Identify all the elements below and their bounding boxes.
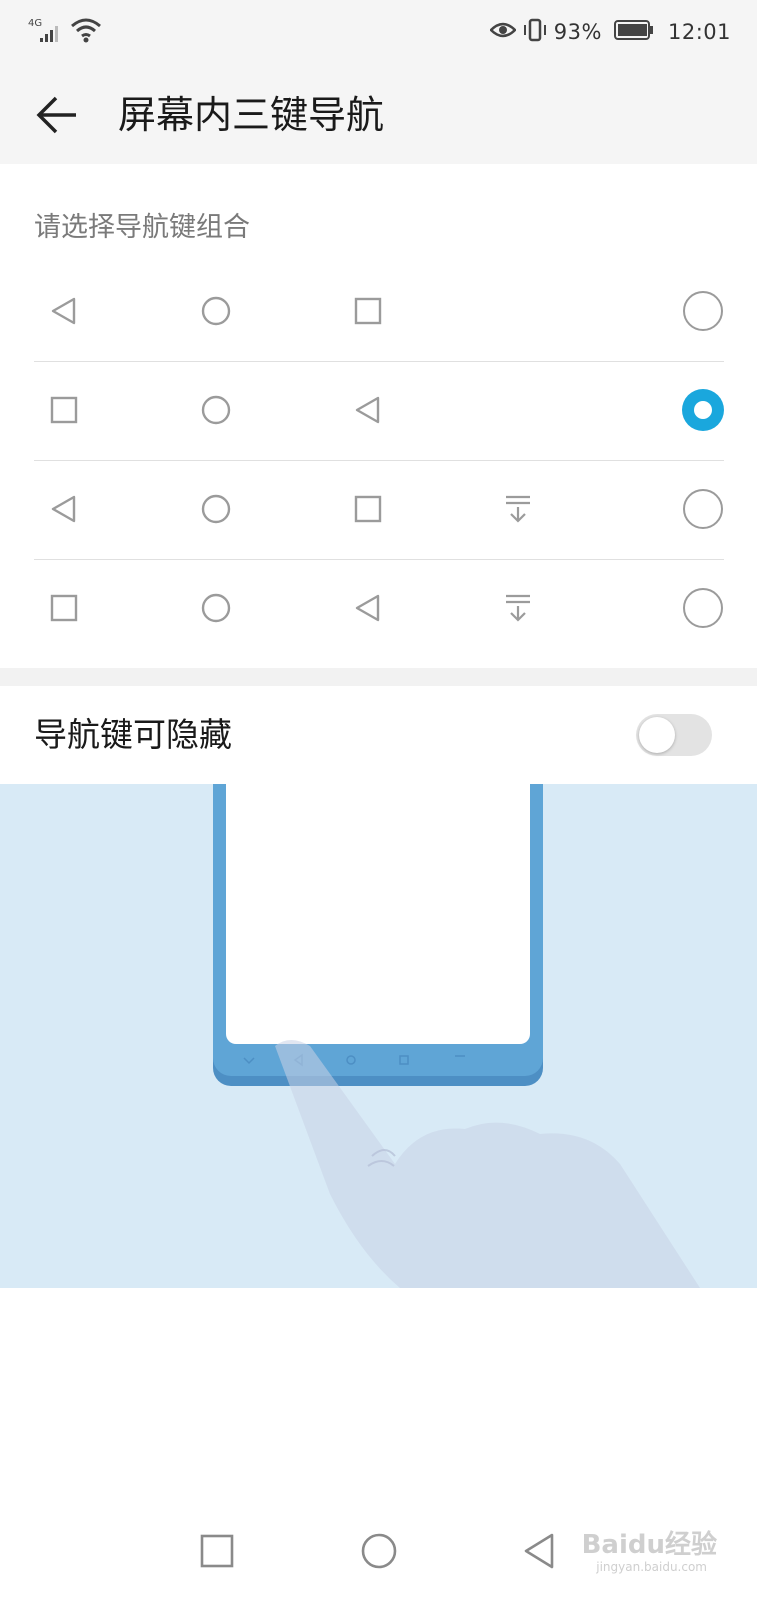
- system-navigation-bar: Baidu经验 jingyan.baidu.com: [0, 1500, 757, 1600]
- back-arrow-button[interactable]: [30, 88, 84, 142]
- clock: 12:01: [667, 20, 731, 44]
- back-icon: [51, 297, 76, 325]
- page-title: 屏幕内三键导航: [118, 93, 385, 137]
- hide-nav-icon: [506, 495, 530, 523]
- home-icon: [201, 494, 231, 524]
- back-button[interactable]: [518, 1530, 560, 1572]
- status-bar: 4G 93% 12:01: [0, 0, 757, 64]
- battery-percent: 93%: [553, 20, 602, 44]
- home-icon: [201, 296, 231, 326]
- back-icon: [355, 396, 380, 424]
- navigation-illustration: [0, 784, 757, 1288]
- nav-option-3[interactable]: [34, 460, 724, 560]
- radio-option-4[interactable]: [682, 587, 724, 629]
- watermark-site: jingyan.baidu.com: [596, 1560, 707, 1574]
- home-icon: [201, 593, 231, 623]
- hide-navigation-switch[interactable]: [636, 714, 712, 756]
- section-title: 请选择导航键组合: [34, 212, 250, 243]
- recent-icon: [50, 396, 78, 424]
- nav-option-2[interactable]: [34, 361, 724, 461]
- wifi-icon: [70, 16, 102, 46]
- section-divider: [0, 668, 757, 686]
- recent-icon: [354, 495, 382, 523]
- app-bar: 屏幕内三键导航: [0, 64, 757, 164]
- home-icon: [201, 395, 231, 425]
- eye-comfort-icon: [489, 17, 517, 44]
- back-icon: [355, 594, 380, 622]
- hide-navigation-row[interactable]: 导航键可隐藏: [0, 686, 757, 784]
- status-right-group: 93% 12:01: [489, 16, 731, 48]
- hide-navigation-label: 导航键可隐藏: [34, 715, 232, 754]
- back-icon: [51, 495, 76, 523]
- nav-option-1[interactable]: [34, 262, 724, 362]
- nav-option-4[interactable]: [34, 559, 724, 658]
- radio-option-3[interactable]: [682, 488, 724, 530]
- watermark-brand: Baidu经验: [581, 1530, 717, 1560]
- recent-apps-button[interactable]: [196, 1530, 238, 1572]
- vibrate-icon: [522, 17, 548, 47]
- back-arrow-icon: [36, 96, 76, 134]
- hide-nav-icon: [506, 594, 530, 622]
- radio-option-1[interactable]: [682, 290, 724, 332]
- home-button[interactable]: [358, 1530, 400, 1572]
- recent-icon: [354, 297, 382, 325]
- switch-knob: [639, 717, 675, 753]
- svg-text:4G: 4G: [28, 18, 42, 29]
- phone-hand-illustration: [213, 784, 700, 1288]
- recent-icon: [50, 594, 78, 622]
- battery-icon: [613, 19, 654, 45]
- radio-option-2-selected[interactable]: [682, 389, 724, 431]
